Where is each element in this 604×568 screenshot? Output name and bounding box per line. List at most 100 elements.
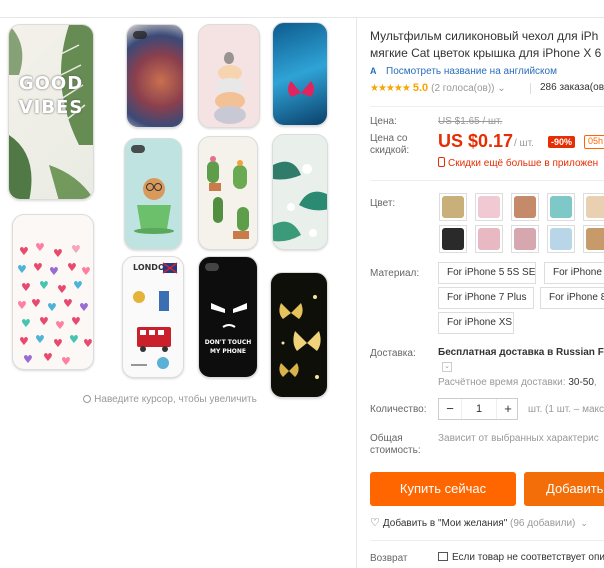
product-title: Мультфильм силиконовый чехол для iPh мяг… bbox=[370, 28, 604, 62]
translate-title-link[interactable]: A Посмотреть название на английском bbox=[370, 66, 557, 77]
divider bbox=[370, 540, 604, 541]
svg-text:♥: ♥ bbox=[69, 333, 79, 346]
color-swatch[interactable] bbox=[511, 193, 539, 221]
buy-now-button[interactable]: Купить сейчас bbox=[370, 472, 516, 506]
cats-illustration bbox=[214, 65, 246, 124]
svg-text:♥: ♥ bbox=[83, 337, 93, 350]
discount-badge: -90% bbox=[548, 136, 576, 148]
color-swatch[interactable] bbox=[475, 225, 503, 253]
svg-text:♥: ♥ bbox=[39, 279, 49, 292]
quantity-stepper: − 1 + bbox=[438, 398, 518, 420]
svg-text:♥: ♥ bbox=[53, 337, 63, 350]
svg-text:♥: ♥ bbox=[23, 353, 33, 366]
app-promo-text: Скидки ещё больше в приложен bbox=[448, 158, 599, 169]
color-swatches bbox=[439, 193, 604, 253]
material-option[interactable]: For iPhone 7 Plus bbox=[438, 287, 534, 309]
gallery-image-hearts[interactable]: ♥ ♥ ♥ ♥ ♥ ♥ ♥ ♥ ♥ ♥ ♥ ♥ ♥ ♥ ♥ ♥ ♥ ♥ ♥ ♥ ♥ ♥ ♥ ♥ ♥ ♥ ♥ ♥ ♥ ♥ bbox=[12, 214, 94, 370]
svg-text:♥: ♥ bbox=[35, 241, 45, 254]
phone-text-good: GOOD bbox=[18, 73, 84, 94]
material-option[interactable]: For iPhone bbox=[544, 262, 604, 284]
magnifier-icon bbox=[83, 395, 92, 403]
color-swatch[interactable] bbox=[547, 193, 575, 221]
wishlist-text: Добавить в "Мои желания" bbox=[382, 518, 508, 529]
original-price: US $1.65 / шт. bbox=[438, 116, 503, 127]
color-swatch[interactable] bbox=[547, 225, 575, 253]
svg-text:♥: ♥ bbox=[71, 243, 81, 256]
discount-price: US $0.17 bbox=[438, 131, 514, 151]
svg-text:♥: ♥ bbox=[43, 351, 53, 364]
shipping-label: Доставка: bbox=[370, 348, 416, 359]
wishlist-button[interactable]: ♡ Добавить в "Мои желания" (96 добавили) ⌄ bbox=[370, 516, 588, 529]
chevron-down-icon: ⌄ bbox=[497, 83, 506, 94]
votes-link[interactable]: (2 голоса(ов)) ⌄ bbox=[431, 83, 506, 94]
total-note: Зависит от выбранных характерис bbox=[438, 433, 599, 444]
gallery-image-golden-butterflies[interactable] bbox=[270, 272, 328, 398]
material-option[interactable]: For iPhone 8 bbox=[540, 287, 604, 309]
color-swatch[interactable] bbox=[511, 225, 539, 253]
color-swatch[interactable] bbox=[439, 193, 467, 221]
angry-face-icon bbox=[211, 303, 247, 328]
phone-text-my-phone: MY PHONE bbox=[209, 348, 247, 355]
zoom-hint: Наведите курсор, чтобы увеличить bbox=[0, 394, 340, 405]
svg-text:♥: ♥ bbox=[63, 297, 73, 310]
delivery-time: Расчётное время доставки: 30-50, bbox=[438, 377, 597, 388]
gallery-image-good-vibes[interactable]: GOOD VIBES bbox=[8, 24, 94, 200]
svg-text:♥: ♥ bbox=[39, 315, 49, 328]
svg-text:♥: ♥ bbox=[31, 297, 41, 310]
increase-button[interactable]: + bbox=[497, 399, 519, 419]
divider bbox=[370, 106, 604, 107]
translate-link-text: Посмотреть название на английском bbox=[386, 66, 557, 77]
chevron-down-icon: ⌄ bbox=[580, 518, 588, 528]
svg-text:♥: ♥ bbox=[21, 281, 31, 294]
add-to-cart-button[interactable]: Добавить bbox=[524, 472, 604, 506]
gallery-image-cats[interactable] bbox=[198, 24, 260, 128]
svg-text:♥: ♥ bbox=[19, 245, 29, 258]
svg-text:♥: ♥ bbox=[19, 335, 29, 348]
svg-text:♥: ♥ bbox=[61, 355, 71, 368]
delivery-time-suffix: , bbox=[593, 377, 597, 388]
color-swatch[interactable] bbox=[583, 225, 604, 253]
rating-row: ★★★★★ 5.0 (2 голоса(ов)) ⌄ 286 заказа(ов bbox=[370, 82, 604, 96]
cactus-pattern bbox=[207, 156, 249, 239]
svg-text:♥: ♥ bbox=[67, 261, 77, 274]
product-title-line1: Мультфильм силиконовый чехол для iPh bbox=[370, 29, 599, 43]
color-swatch[interactable] bbox=[475, 193, 503, 221]
returns-label: Возврат bbox=[370, 553, 408, 564]
red-butterfly-icon bbox=[288, 81, 314, 97]
phone-text-vibes: VIBES bbox=[18, 97, 84, 118]
cat-in-cup-illustration bbox=[134, 178, 174, 234]
material-option[interactable]: For iPhone XS bbox=[438, 312, 514, 334]
product-gallery[interactable]: GOOD VIBES ♥ ♥ ♥ ♥ ♥ ♥ ♥ ♥ ♥ ♥ ♥ ♥ ♥ ♥ ♥ ♥ ♥ ♥ ♥ ♥ ♥ ♥ ♥ ♥… bbox=[0, 18, 355, 568]
gallery-image-london[interactable]: LONDON bbox=[122, 256, 184, 378]
svg-text:♥: ♥ bbox=[17, 299, 27, 312]
gallery-image-dont-touch[interactable]: DON'T TOUCH MY PHONE bbox=[198, 256, 258, 378]
tropical-leaves-pattern bbox=[273, 161, 327, 242]
svg-text:♥: ♥ bbox=[81, 265, 91, 278]
app-promo-link[interactable]: Скидки ещё больше в приложен bbox=[438, 157, 598, 169]
svg-text:♥: ♥ bbox=[55, 319, 65, 332]
gallery-image-cat-cup[interactable] bbox=[124, 138, 182, 250]
decrease-button[interactable]: − bbox=[439, 399, 461, 419]
svg-text:♥: ♥ bbox=[17, 263, 27, 276]
product-title-line2: мягкие Cat цветок крышка для iPhone X 6 bbox=[370, 46, 602, 60]
divider bbox=[530, 83, 531, 94]
gallery-image-butterflies-blue[interactable] bbox=[272, 22, 328, 126]
svg-text:♥: ♥ bbox=[49, 265, 59, 278]
quantity-note: шт. (1 шт. – макс bbox=[528, 404, 604, 415]
color-swatch[interactable] bbox=[583, 193, 604, 221]
quantity-input[interactable]: 1 bbox=[461, 399, 497, 419]
golden-butterflies-pattern bbox=[279, 295, 321, 379]
svg-text:♥: ♥ bbox=[35, 333, 45, 346]
hearts-pattern: ♥ ♥ ♥ ♥ ♥ ♥ ♥ ♥ ♥ ♥ ♥ ♥ ♥ ♥ ♥ ♥ ♥ ♥ ♥ ♥ ♥ ♥ ♥ ♥ ♥ ♥ ♥ ♥ ♥ ♥ bbox=[17, 241, 93, 368]
color-swatch[interactable] bbox=[439, 225, 467, 253]
delivery-time-value: 30-50 bbox=[568, 377, 594, 388]
chevron-down-icon[interactable]: ⌄ bbox=[442, 362, 452, 372]
gallery-image-tropical[interactable] bbox=[272, 134, 328, 250]
price-label: Цена: bbox=[370, 116, 397, 127]
return-policy-icon bbox=[438, 552, 448, 561]
gallery-image-cactus[interactable] bbox=[198, 136, 258, 250]
material-option[interactable]: For iPhone 5 5S SE bbox=[438, 262, 536, 284]
orders-count: 286 заказа(ов bbox=[540, 82, 604, 93]
color-label: Цвет: bbox=[370, 198, 396, 209]
gallery-image-mandala[interactable] bbox=[126, 24, 184, 128]
